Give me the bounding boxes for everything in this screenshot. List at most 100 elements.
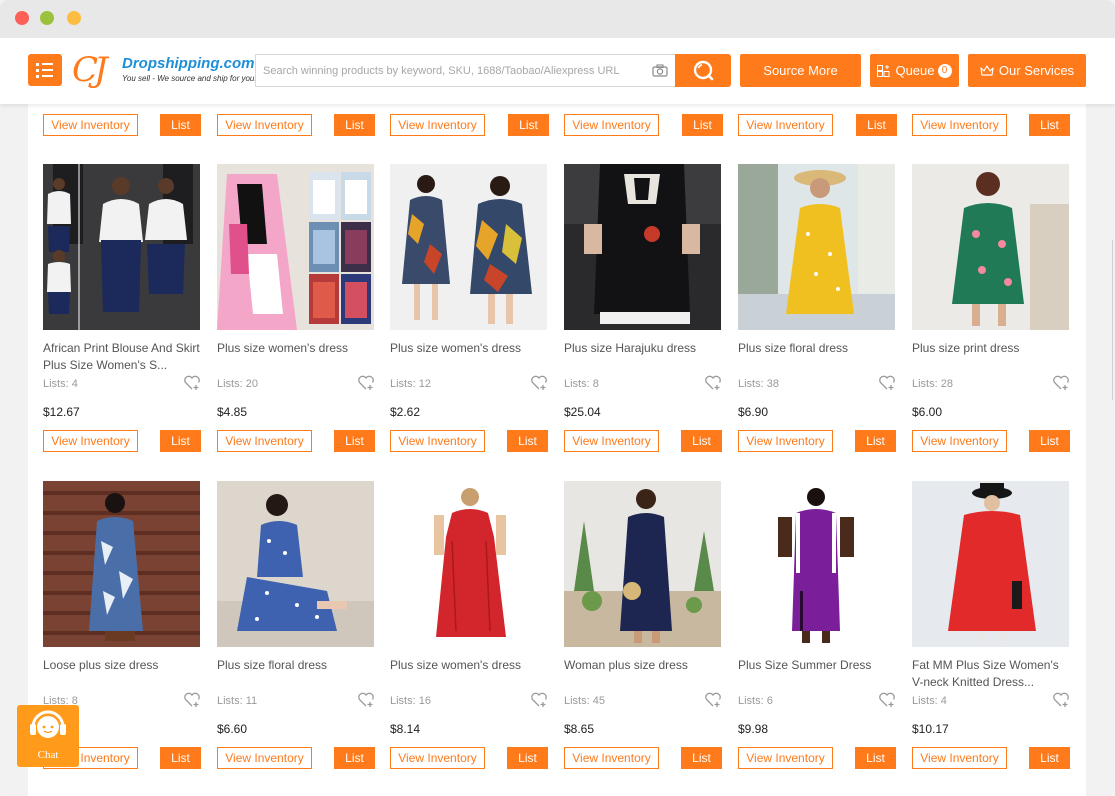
view-inventory-button[interactable]: View Inventory bbox=[912, 114, 1007, 136]
queue-count-badge: 0 bbox=[937, 63, 952, 78]
chat-button[interactable]: Chat bbox=[17, 705, 79, 767]
heart-add-icon[interactable] bbox=[1052, 375, 1070, 391]
partial-row-actions: View Inventory List View Inventory List … bbox=[28, 114, 1086, 136]
product-title[interactable]: Plus size Harajuku dress bbox=[564, 340, 724, 357]
view-inventory-button[interactable]: View Inventory bbox=[912, 747, 1007, 769]
view-inventory-button[interactable]: View Inventory bbox=[912, 430, 1007, 452]
heart-add-icon[interactable] bbox=[183, 375, 201, 391]
list-button[interactable]: List bbox=[681, 430, 722, 452]
scrollbar[interactable] bbox=[1112, 240, 1113, 400]
camera-icon[interactable] bbox=[652, 64, 668, 77]
logo-tagline: You sell - We source and ship for you! bbox=[122, 74, 257, 83]
product-lists-count: Lists: 45 bbox=[564, 695, 605, 707]
view-inventory-button[interactable]: View Inventory bbox=[738, 430, 833, 452]
heart-add-icon[interactable] bbox=[704, 692, 722, 708]
queue-button[interactable]: Queue 0 bbox=[870, 54, 959, 87]
list-button[interactable]: List bbox=[855, 747, 896, 769]
heart-add-icon[interactable] bbox=[704, 375, 722, 391]
view-inventory-button[interactable]: View Inventory bbox=[564, 430, 659, 452]
product-image[interactable] bbox=[738, 481, 895, 647]
list-button[interactable]: List bbox=[160, 430, 201, 452]
list-button[interactable]: List bbox=[334, 430, 375, 452]
heart-add-icon[interactable] bbox=[878, 375, 896, 391]
product-title[interactable]: Woman plus size dress bbox=[564, 657, 724, 674]
view-inventory-button[interactable]: View Inventory bbox=[564, 747, 659, 769]
title-bar bbox=[0, 0, 1115, 38]
crown-icon bbox=[980, 64, 994, 76]
view-inventory-button[interactable]: View Inventory bbox=[217, 747, 312, 769]
list-button[interactable]: List bbox=[682, 114, 723, 136]
view-inventory-button[interactable]: View Inventory bbox=[564, 114, 659, 136]
list-button[interactable]: List bbox=[1029, 430, 1070, 452]
product-title[interactable]: Plus size women's dress bbox=[217, 340, 377, 357]
product-image[interactable] bbox=[912, 481, 1069, 647]
search-button[interactable] bbox=[675, 54, 731, 87]
product-image[interactable] bbox=[43, 481, 200, 647]
product-image[interactable] bbox=[564, 164, 721, 330]
product-price: $6.00 bbox=[912, 405, 943, 419]
product-title[interactable]: Plus Size Summer Dress bbox=[738, 657, 898, 674]
list-button[interactable]: List bbox=[856, 114, 897, 136]
heart-add-icon[interactable] bbox=[1052, 692, 1070, 708]
product-lists-count: Lists: 16 bbox=[390, 695, 431, 707]
product-image[interactable] bbox=[390, 481, 547, 647]
product-title[interactable]: Loose plus size dress bbox=[43, 657, 203, 674]
product-image[interactable] bbox=[564, 481, 721, 647]
list-button[interactable]: List bbox=[855, 430, 896, 452]
view-inventory-button[interactable]: View Inventory bbox=[738, 114, 833, 136]
view-inventory-button[interactable]: View Inventory bbox=[43, 114, 138, 136]
heart-add-icon[interactable] bbox=[878, 692, 896, 708]
list-button[interactable]: List bbox=[1029, 114, 1070, 136]
product-image[interactable] bbox=[43, 164, 200, 330]
product-title[interactable]: Plus size print dress bbox=[912, 340, 1072, 357]
our-services-button[interactable]: Our Services bbox=[968, 54, 1086, 87]
list-button[interactable]: List bbox=[681, 747, 722, 769]
close-window-button[interactable] bbox=[15, 11, 29, 25]
source-more-button[interactable]: Source More bbox=[740, 54, 861, 87]
view-inventory-button[interactable]: View Inventory bbox=[217, 114, 312, 136]
product-image[interactable] bbox=[912, 164, 1069, 330]
heart-add-icon[interactable] bbox=[530, 692, 548, 708]
search-box bbox=[255, 54, 675, 87]
product-lists-count: Lists: 12 bbox=[390, 378, 431, 390]
search-icon bbox=[693, 60, 714, 81]
product-title[interactable]: Plus size women's dress bbox=[390, 657, 550, 674]
view-inventory-button[interactable]: View Inventory bbox=[43, 430, 138, 452]
product-title[interactable]: Plus size floral dress bbox=[738, 340, 898, 357]
heart-add-icon[interactable] bbox=[183, 692, 201, 708]
view-inventory-button[interactable]: View Inventory bbox=[390, 747, 485, 769]
product-price: $4.85 bbox=[217, 405, 248, 419]
product-image[interactable] bbox=[738, 164, 895, 330]
view-inventory-button[interactable]: View Inventory bbox=[738, 747, 833, 769]
view-inventory-button[interactable]: View Inventory bbox=[390, 114, 485, 136]
menu-button[interactable] bbox=[28, 54, 62, 86]
view-inventory-button[interactable]: View Inventory bbox=[390, 430, 485, 452]
heart-add-icon[interactable] bbox=[357, 375, 375, 391]
view-inventory-button[interactable]: View Inventory bbox=[217, 430, 312, 452]
list-button[interactable]: List bbox=[160, 114, 201, 136]
minimize-window-button[interactable] bbox=[40, 11, 54, 25]
product-image[interactable] bbox=[217, 481, 374, 647]
maximize-window-button[interactable] bbox=[67, 11, 81, 25]
list-button[interactable]: List bbox=[334, 747, 375, 769]
heart-add-icon[interactable] bbox=[530, 375, 548, 391]
chat-label: Chat bbox=[37, 749, 59, 761]
list-button[interactable]: List bbox=[1029, 747, 1070, 769]
site-logo[interactable]: CJ Dropshipping.com You sell - We source… bbox=[72, 50, 257, 92]
product-image[interactable] bbox=[217, 164, 374, 330]
product-grid: View Inventory List View Inventory List … bbox=[28, 104, 1086, 796]
search-input[interactable] bbox=[256, 55, 646, 86]
list-button[interactable]: List bbox=[507, 430, 548, 452]
list-button[interactable]: List bbox=[160, 747, 201, 769]
list-button[interactable]: List bbox=[334, 114, 375, 136]
heart-add-icon[interactable] bbox=[357, 692, 375, 708]
product-image[interactable] bbox=[390, 164, 547, 330]
product-title[interactable]: Plus size women's dress bbox=[390, 340, 550, 357]
list-button[interactable]: List bbox=[507, 747, 548, 769]
product-title[interactable]: African Print Blouse And Skirt Plus Size… bbox=[43, 340, 203, 374]
product-title[interactable]: Fat MM Plus Size Women's V-neck Knitted … bbox=[912, 657, 1072, 691]
product-title[interactable]: Plus size floral dress bbox=[217, 657, 377, 674]
list-button[interactable]: List bbox=[508, 114, 549, 136]
product-lists-count: Lists: 11 bbox=[217, 695, 258, 707]
site-header: CJ Dropshipping.com You sell - We source… bbox=[0, 38, 1115, 104]
